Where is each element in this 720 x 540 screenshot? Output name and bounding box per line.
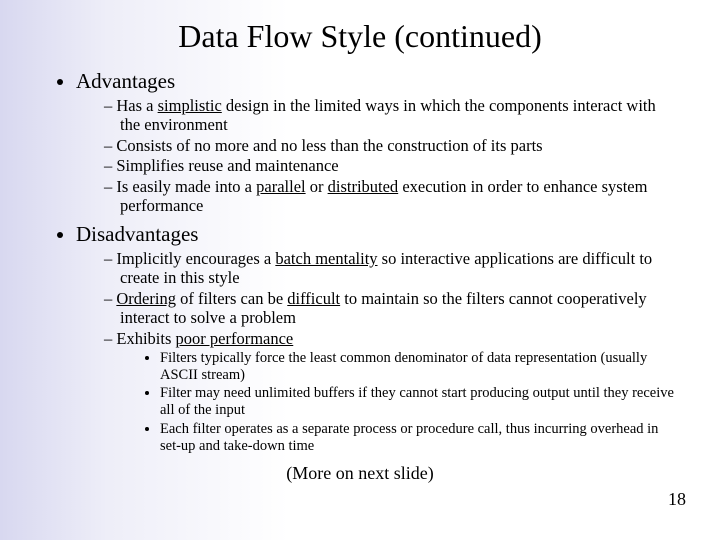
adv-3: Simplifies reuse and maintenance [104, 156, 680, 175]
dis-3-u: poor performance [176, 329, 294, 348]
perf-2: Filter may need unlimited buffers if the… [160, 385, 680, 419]
adv-1-pre: Has a [116, 96, 157, 115]
adv-4-pre: Is easily made into a [116, 177, 256, 196]
dis-3-pre: Exhibits [116, 329, 175, 348]
top-list: Advantages Has a simplistic design in th… [40, 69, 680, 455]
advantages-sublist: Has a simplistic design in the limited w… [76, 96, 680, 216]
dis-2-u2: difficult [287, 289, 340, 308]
more-note: (More on next slide) [40, 463, 680, 484]
dis-2: Ordering of filters can be difficult to … [104, 289, 680, 328]
dis-2-mid1: of filters can be [176, 289, 287, 308]
slide: Data Flow Style (continued) Advantages H… [0, 0, 720, 540]
advantages-item: Advantages Has a simplistic design in th… [76, 69, 680, 216]
dis-1-pre: Implicitly encourages a [116, 249, 275, 268]
adv-1: Has a simplistic design in the limited w… [104, 96, 680, 135]
disadvantages-sublist: Implicitly encourages a batch mentality … [76, 249, 680, 455]
adv-2: Consists of no more and no less than the… [104, 136, 680, 155]
adv-4-mid: or [306, 177, 328, 196]
performance-sublist: Filters typically force the least common… [120, 350, 680, 455]
perf-3: Each filter operates as a separate proce… [160, 421, 680, 455]
slide-title: Data Flow Style (continued) [40, 18, 680, 55]
page-number: 18 [668, 489, 686, 510]
adv-1-u: simplistic [158, 96, 222, 115]
dis-1: Implicitly encourages a batch mentality … [104, 249, 680, 288]
dis-3: Exhibits poor performance Filters typica… [104, 329, 680, 455]
adv-4: Is easily made into a parallel or distri… [104, 177, 680, 216]
disadvantages-heading: Disadvantages [76, 222, 198, 246]
disadvantages-item: Disadvantages Implicitly encourages a ba… [76, 222, 680, 455]
adv-4-u1: parallel [256, 177, 305, 196]
dis-1-u: batch mentality [275, 249, 377, 268]
advantages-heading: Advantages [76, 69, 175, 93]
perf-1: Filters typically force the least common… [160, 350, 680, 384]
adv-4-u2: distributed [328, 177, 399, 196]
dis-2-u1: Ordering [116, 289, 176, 308]
